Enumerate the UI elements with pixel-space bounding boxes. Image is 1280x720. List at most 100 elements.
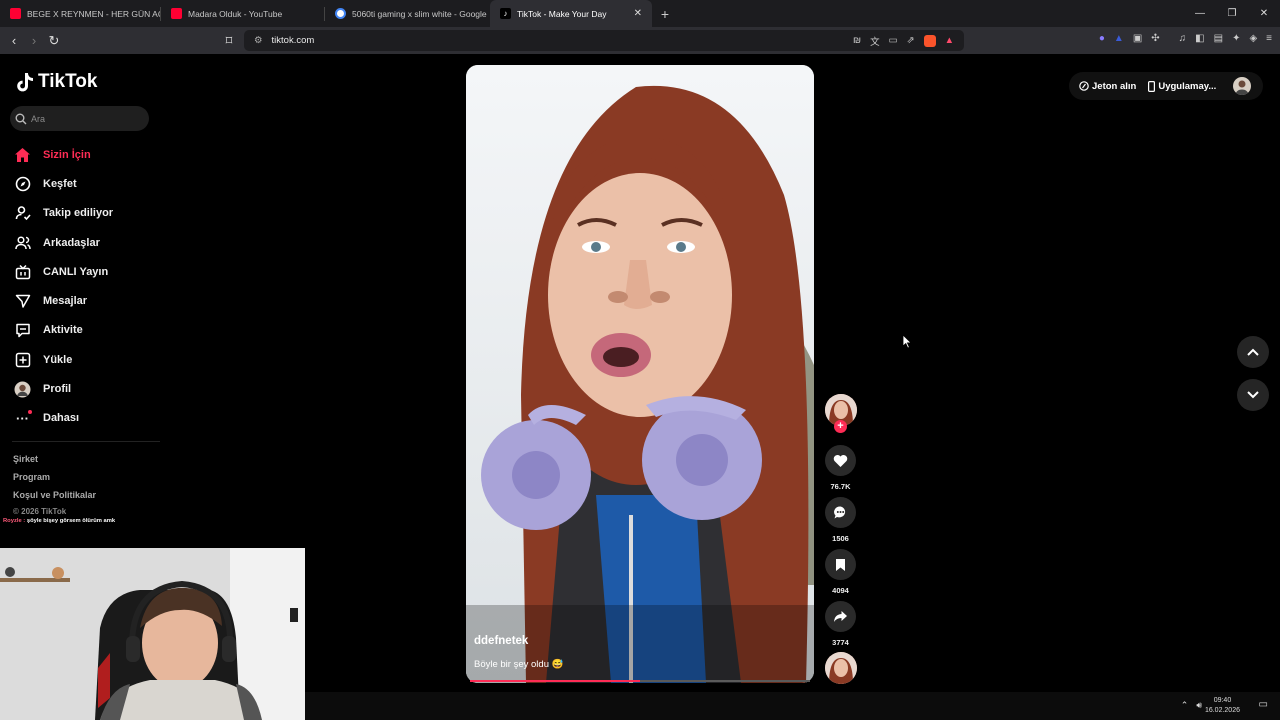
sidebar-divider bbox=[12, 441, 160, 442]
activity-icon bbox=[14, 322, 31, 339]
menu-icon[interactable]: ≡ bbox=[1266, 33, 1272, 44]
get-app-label: Uygulamay... bbox=[1158, 80, 1217, 92]
forward-icon[interactable]: › bbox=[24, 33, 44, 48]
taskbar-clock[interactable]: 09:40 16.02.2026 bbox=[1205, 696, 1240, 716]
volume-icon[interactable]: 🔊︎ bbox=[1196, 700, 1202, 711]
video-frame bbox=[466, 65, 814, 683]
like-button[interactable] bbox=[825, 445, 856, 476]
chat-text: şöyle bişey görsem ölürüm amk bbox=[26, 518, 116, 524]
sidebar-item-friends[interactable]: Arkadaşlar bbox=[14, 228, 113, 257]
tiktok-logo-icon bbox=[17, 73, 33, 92]
save-button[interactable] bbox=[825, 549, 856, 580]
mute-site-icon[interactable]: ₪ bbox=[853, 35, 861, 46]
youtube-icon bbox=[10, 8, 21, 19]
search-placeholder: Ara bbox=[31, 113, 46, 124]
system-tray: ⌃ 🔊︎ bbox=[1181, 700, 1202, 711]
puzzle-icon[interactable]: ✣ bbox=[1151, 33, 1159, 44]
streamer-webcam bbox=[0, 548, 305, 720]
close-tab-icon[interactable]: ✕ bbox=[634, 8, 642, 19]
tab-google-search[interactable]: 5060ti gaming x slim white - Google bbox=[325, 0, 490, 27]
url-text: tiktok.com bbox=[271, 35, 315, 46]
share-arrow-icon bbox=[834, 611, 847, 622]
stream-chat-message: Royzle : şöyle bişey görsem ölürüm amk bbox=[3, 518, 115, 524]
sidebar-item-live[interactable]: CANLI Yayın bbox=[14, 257, 113, 286]
get-app-button[interactable]: Uygulamay... bbox=[1148, 81, 1216, 92]
windows-taskbar: ⌃ 🔊︎ 09:40 16.02.2026 ▭ bbox=[305, 692, 1280, 720]
sidebar-item-label: Yükle bbox=[43, 353, 73, 366]
tiktok-logo[interactable]: TikTok bbox=[16, 71, 97, 93]
close-window-icon[interactable]: ✕ bbox=[1248, 0, 1280, 27]
vpn-icon[interactable]: ◈ bbox=[1249, 33, 1257, 44]
sidebar-item-messages[interactable]: Mesajlar bbox=[14, 286, 113, 315]
sidebar-item-following[interactable]: Takip ediliyor bbox=[14, 199, 113, 228]
sidebar-toggle-icon[interactable]: ◧ bbox=[1195, 33, 1204, 44]
search-icon bbox=[15, 113, 27, 124]
extension-icon[interactable]: ● bbox=[1099, 33, 1105, 44]
phone-icon bbox=[1148, 80, 1156, 92]
share-button[interactable] bbox=[825, 601, 856, 632]
sidebar-nav: Sizin İçin Keşfet Takip ediliyor Arkadaş… bbox=[14, 140, 113, 433]
comment-button[interactable] bbox=[825, 497, 856, 528]
compass-icon bbox=[14, 175, 31, 192]
sidebar-item-label: Takip ediliyor bbox=[43, 207, 114, 220]
user-avatar-image bbox=[1235, 80, 1249, 95]
window-controls: — ❐ ✕ bbox=[1184, 0, 1280, 27]
brave-rewards-icon[interactable]: ▲ bbox=[945, 35, 954, 46]
sound-avatar[interactable] bbox=[825, 652, 857, 684]
video-username[interactable]: ddefnetek bbox=[474, 635, 528, 647]
bookmark-icon bbox=[836, 558, 845, 571]
tab-youtube-bege[interactable]: BEGE X REYNMEN - HER GÜN AC bbox=[0, 0, 160, 27]
site-settings-icon[interactable]: ⚙ bbox=[254, 35, 263, 46]
extensions-area: ● ▲ ▣ ✣ ♫ ◧ ▤ ✦ ◈ ≡ bbox=[1099, 33, 1272, 44]
new-tab-button[interactable]: + bbox=[652, 6, 678, 22]
cast-icon[interactable]: ▭ bbox=[889, 35, 898, 46]
sidebar-item-for-you[interactable]: Sizin İçin bbox=[14, 140, 113, 169]
bookmark-icon[interactable]: ⌑ bbox=[219, 33, 239, 49]
search-input[interactable]: Ara bbox=[10, 106, 149, 131]
extension-icon[interactable]: ▲ bbox=[1114, 33, 1124, 44]
following-icon bbox=[14, 205, 31, 222]
comment-count: 1506 bbox=[832, 534, 849, 543]
notification-icon[interactable]: ▭ bbox=[1259, 699, 1268, 710]
video-progress-bar[interactable] bbox=[470, 680, 810, 682]
tab-tiktok[interactable]: ♪ TikTok - Make Your Day ✕ bbox=[490, 0, 652, 27]
sidebar-item-explore[interactable]: Keşfet bbox=[14, 169, 113, 198]
tab-title: TikTok - Make Your Day bbox=[517, 8, 607, 19]
previous-video-button[interactable] bbox=[1237, 336, 1269, 368]
browser-tab-bar: BEGE X REYNMEN - HER GÜN AC Madara Olduk… bbox=[0, 0, 1280, 27]
address-bar[interactable]: ⚙ tiktok.com ₪ 文 ▭ ⇗ ▲ bbox=[244, 30, 964, 51]
media-icon[interactable]: ♫ bbox=[1179, 33, 1187, 44]
footer-link-terms[interactable]: Koşul ve Politikalar bbox=[13, 490, 96, 500]
comment-icon bbox=[834, 506, 846, 519]
user-avatar[interactable] bbox=[1233, 77, 1251, 95]
brave-shield-icon[interactable] bbox=[923, 34, 936, 47]
tab-youtube-madara[interactable]: Madara Olduk - YouTube bbox=[161, 0, 324, 27]
message-icon bbox=[14, 293, 31, 310]
minimize-icon[interactable]: — bbox=[1184, 0, 1216, 27]
extension-icon[interactable]: ▣ bbox=[1133, 33, 1142, 44]
video-player[interactable] bbox=[466, 65, 814, 683]
tab-title: BEGE X REYNMEN - HER GÜN AC bbox=[27, 8, 160, 19]
translate-icon[interactable]: 文 bbox=[870, 34, 880, 48]
like-count: 76.7K bbox=[830, 482, 851, 491]
wallet-icon[interactable]: ▤ bbox=[1214, 33, 1223, 44]
clock-time: 09:40 bbox=[1213, 697, 1232, 704]
share-count: 3774 bbox=[832, 638, 849, 647]
follow-plus-icon[interactable]: + bbox=[834, 420, 847, 433]
heart-icon bbox=[833, 454, 848, 467]
leo-ai-icon[interactable]: ✦ bbox=[1232, 33, 1240, 44]
next-video-button[interactable] bbox=[1237, 379, 1269, 411]
sidebar-item-profile[interactable]: Profil bbox=[14, 374, 113, 403]
footer-link-program[interactable]: Program bbox=[13, 472, 50, 482]
sidebar-item-more[interactable]: ··· Dahası bbox=[14, 404, 113, 433]
video-progress-fill bbox=[470, 680, 640, 682]
get-coins-button[interactable]: Jeton alın bbox=[1079, 81, 1136, 92]
footer-link-company[interactable]: Şirket bbox=[13, 454, 38, 464]
reload-icon[interactable]: ↻ bbox=[44, 33, 64, 49]
tray-overflow-icon[interactable]: ⌃ bbox=[1181, 700, 1189, 711]
restore-icon[interactable]: ❐ bbox=[1216, 0, 1248, 27]
sidebar-item-upload[interactable]: Yükle bbox=[14, 345, 113, 374]
share-icon[interactable]: ⇗ bbox=[907, 35, 915, 46]
sidebar-item-activity[interactable]: Aktivite bbox=[14, 316, 113, 345]
back-icon[interactable]: ‹ bbox=[4, 33, 24, 48]
